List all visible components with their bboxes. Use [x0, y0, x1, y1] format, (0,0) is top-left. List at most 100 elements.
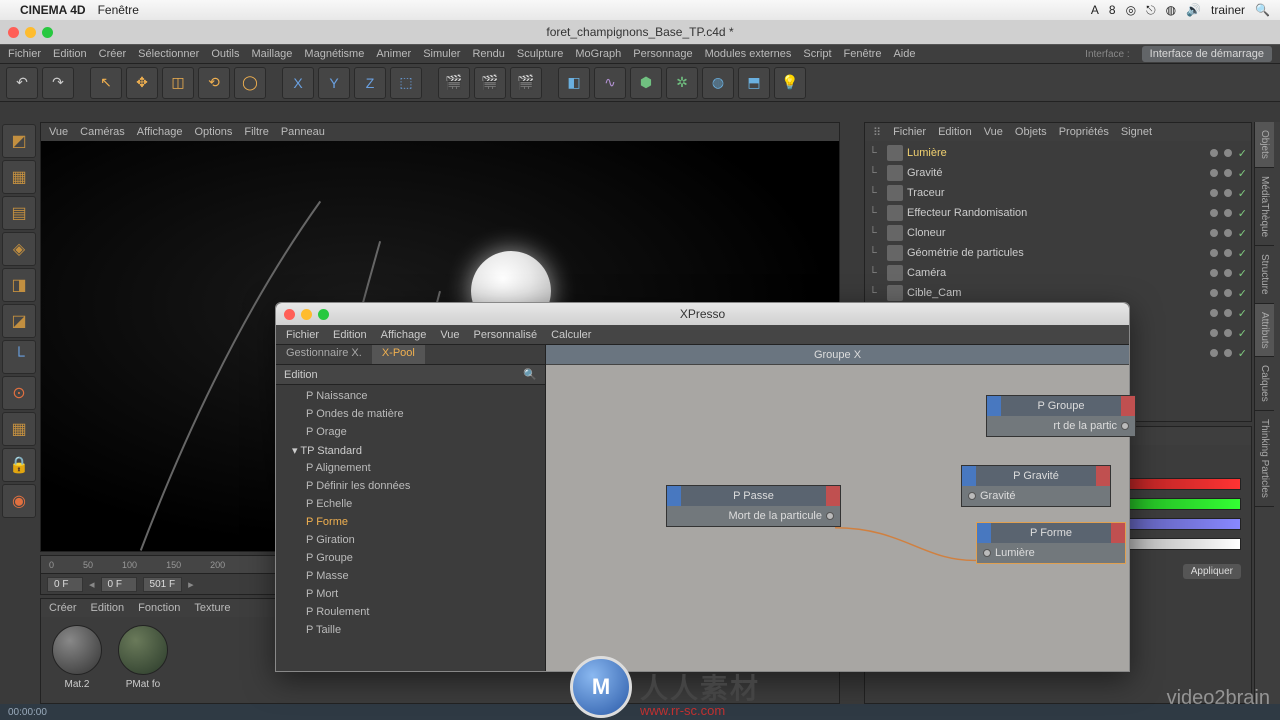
object-row[interactable]: └Gravité✓ [865, 163, 1251, 183]
app-name[interactable]: CINEMA 4D [20, 3, 86, 17]
input-port[interactable] [968, 492, 976, 500]
object-row[interactable]: └Traceur✓ [865, 183, 1251, 203]
spotlight-icon[interactable]: 🔍 [1255, 3, 1270, 17]
spline-tool[interactable]: ∿ [594, 67, 626, 99]
xpool-tree-item[interactable]: P Naissance [276, 387, 545, 405]
output-port[interactable] [1121, 422, 1129, 430]
output-port[interactable] [826, 512, 834, 520]
material-item[interactable]: Mat.2 [49, 625, 105, 690]
search-icon[interactable]: 🔍 [523, 368, 537, 381]
current-frame-field[interactable]: 0 F [47, 577, 83, 592]
x-axis-lock[interactable]: X [282, 67, 314, 99]
obj-menu-proprietes[interactable]: Propriétés [1059, 126, 1109, 138]
menu-animer[interactable]: Animer [376, 48, 411, 60]
edge-mode[interactable]: ◨ [2, 268, 36, 302]
menu-selectionner[interactable]: Sélectionner [138, 48, 199, 60]
vp-menu-panneau[interactable]: Panneau [281, 126, 325, 138]
node-p-gravite[interactable]: P Gravité Gravité [961, 465, 1111, 507]
menu-sculpture[interactable]: Sculpture [517, 48, 563, 60]
xp-menu-fichier[interactable]: Fichier [286, 329, 319, 341]
tab-xpool[interactable]: X-Pool [372, 345, 425, 364]
menu-fichier[interactable]: Fichier [8, 48, 41, 60]
magnet-tool[interactable]: ⊙ [2, 376, 36, 410]
generator-tool[interactable]: ⬢ [630, 67, 662, 99]
point-mode[interactable]: ◈ [2, 232, 36, 266]
material-item[interactable]: PMat fo [115, 625, 171, 690]
obj-menu-signet[interactable]: Signet [1121, 126, 1152, 138]
light-tool[interactable]: 💡 [774, 67, 806, 99]
menu-modules[interactable]: Modules externes [705, 48, 792, 60]
xpool-tree-item[interactable]: P Groupe [276, 549, 545, 567]
snap-tool[interactable]: ◉ [2, 484, 36, 518]
render-view[interactable]: 🎬 [438, 67, 470, 99]
object-row[interactable]: └Caméra✓ [865, 263, 1251, 283]
workplane-mode[interactable]: ▤ [2, 196, 36, 230]
xpool-mode-label[interactable]: Edition [284, 369, 318, 381]
menubar-icon[interactable]: ◍ [1166, 3, 1176, 17]
object-row[interactable]: └Cloneur✓ [865, 223, 1251, 243]
camera-tool[interactable]: ⬒ [738, 67, 770, 99]
xpool-tree-item[interactable]: P Alignement [276, 459, 545, 477]
xpool-tree-item[interactable]: P Forme [276, 513, 545, 531]
xp-menu-edition[interactable]: Edition [333, 329, 367, 341]
undo-button[interactable]: ↶ [6, 67, 38, 99]
menu-magnetisme[interactable]: Magnétisme [304, 48, 364, 60]
last-tool[interactable]: ◯ [234, 67, 266, 99]
menu-creer[interactable]: Créer [99, 48, 127, 60]
xpool-tree-item[interactable]: P Masse [276, 567, 545, 585]
tab-attributs[interactable]: Attributs [1255, 304, 1274, 358]
xpool-tree-item[interactable]: P Giration [276, 531, 545, 549]
select-tool[interactable]: ↖ [90, 67, 122, 99]
move-tool[interactable]: ✥ [126, 67, 158, 99]
lock-tool[interactable]: 🔒 [2, 448, 36, 482]
menu-aide[interactable]: Aide [893, 48, 915, 60]
vp-menu-cameras[interactable]: Caméras [80, 126, 125, 138]
xpool-tree-item[interactable]: P Mort [276, 585, 545, 603]
obj-menu-edition[interactable]: Edition [938, 126, 972, 138]
vp-menu-affichage[interactable]: Affichage [137, 126, 183, 138]
start-frame-field[interactable]: 0 F [101, 577, 137, 592]
texture-mode[interactable]: ▦ [2, 160, 36, 194]
menu-maillage[interactable]: Maillage [251, 48, 292, 60]
xpool-tree-item[interactable]: P Echelle [276, 495, 545, 513]
deformer-tool[interactable]: ✲ [666, 67, 698, 99]
mac-menu-item[interactable]: Fenêtre [98, 3, 139, 17]
tab-thinking-particles[interactable]: Thinking Particles [1255, 411, 1274, 507]
scale-tool[interactable]: ◫ [162, 67, 194, 99]
interface-selector[interactable]: Interface de démarrage [1142, 46, 1272, 62]
object-row[interactable]: └Cible_Cam✓ [865, 283, 1251, 303]
xp-menu-personnalise[interactable]: Personnalisé [474, 329, 538, 341]
xp-menu-vue[interactable]: Vue [440, 329, 459, 341]
xp-menu-affichage[interactable]: Affichage [381, 329, 427, 341]
xpresso-titlebar[interactable]: XPresso [276, 303, 1129, 325]
xpool-tree-item[interactable]: P Définir les données [276, 477, 545, 495]
object-row[interactable]: └Effecteur Randomisation✓ [865, 203, 1251, 223]
menubar-icon[interactable]: ⎋ [1146, 3, 1156, 18]
vp-menu-vue[interactable]: Vue [49, 126, 68, 138]
vp-menu-options[interactable]: Options [194, 126, 232, 138]
render-region[interactable]: 🎬 [474, 67, 506, 99]
z-axis-lock[interactable]: Z [354, 67, 386, 99]
mat-menu-edition[interactable]: Edition [91, 602, 125, 614]
menu-mograph[interactable]: MoGraph [575, 48, 621, 60]
mat-menu-creer[interactable]: Créer [49, 602, 77, 614]
grid-tool[interactable]: ▦ [2, 412, 36, 446]
obj-menu-fichier[interactable]: Fichier [893, 126, 926, 138]
menu-simuler[interactable]: Simuler [423, 48, 460, 60]
menu-outils[interactable]: Outils [211, 48, 239, 60]
vp-menu-filtre[interactable]: Filtre [244, 126, 268, 138]
xpresso-window[interactable]: XPresso Fichier Edition Affichage Vue Pe… [275, 302, 1130, 672]
user-name[interactable]: trainer [1211, 3, 1245, 17]
menu-personnage[interactable]: Personnage [633, 48, 692, 60]
menubar-icon[interactable]: ◎ [1126, 3, 1136, 17]
tab-objets[interactable]: Objets [1255, 122, 1274, 168]
xp-menu-calculer[interactable]: Calculer [551, 329, 591, 341]
xpresso-graph[interactable]: Groupe X P Passe Mort de la particule P … [546, 345, 1129, 671]
model-mode[interactable]: ◩ [2, 124, 36, 158]
input-port[interactable] [983, 549, 991, 557]
mat-menu-fonction[interactable]: Fonction [138, 602, 180, 614]
node-p-groupe[interactable]: P Groupe rt de la partic [986, 395, 1136, 437]
primitive-cube[interactable]: ◧ [558, 67, 590, 99]
volume-icon[interactable]: 🔊 [1186, 3, 1201, 17]
y-axis-lock[interactable]: Y [318, 67, 350, 99]
